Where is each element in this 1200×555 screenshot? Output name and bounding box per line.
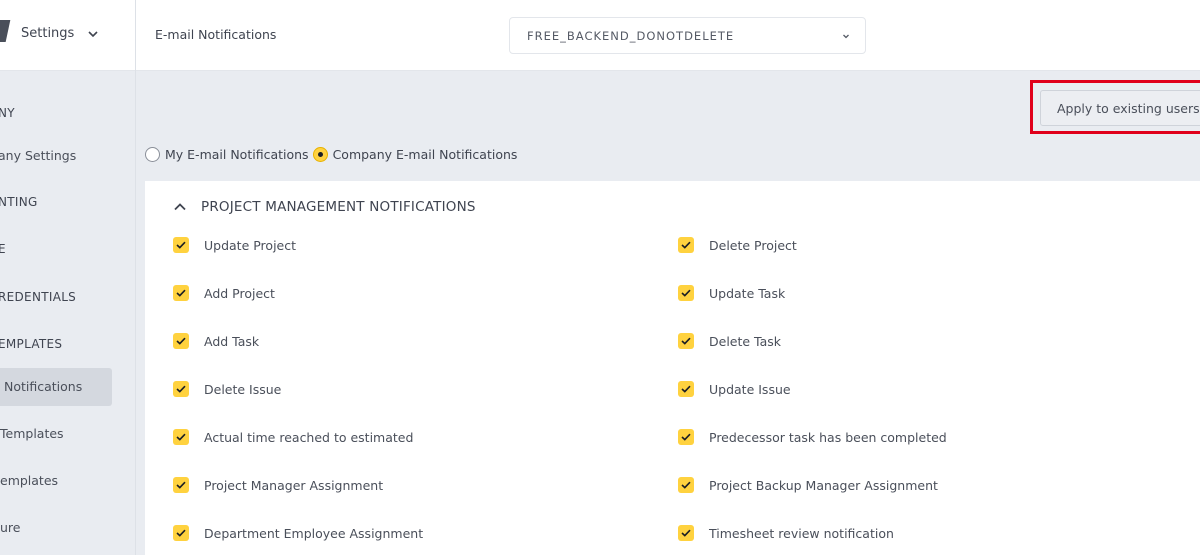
left-checkbox-item[interactable]: Actual time reached to estimated <box>173 429 413 445</box>
chevron-down-icon[interactable] <box>841 31 851 41</box>
chevron-up-icon[interactable] <box>173 200 187 214</box>
sidebar-header[interactable]: Settings <box>0 0 135 71</box>
checkbox-label[interactable]: Timesheet review notification <box>709 526 894 541</box>
radio-my-notifications[interactable] <box>145 147 160 162</box>
checkbox-checked-icon[interactable] <box>678 333 694 349</box>
sidebar-item-company-settings[interactable]: any Settings <box>0 148 76 163</box>
sidebar-section-company: NY <box>0 106 15 120</box>
logo-icon <box>0 20 11 42</box>
checkbox-label[interactable]: Predecessor task has been completed <box>709 430 947 445</box>
sidebar-section-templates: EMPLATES <box>0 337 63 351</box>
checkbox-checked-icon[interactable] <box>678 477 694 493</box>
checkbox-label[interactable]: Actual time reached to estimated <box>204 430 413 445</box>
panel-title[interactable]: PROJECT MANAGEMENT NOTIFICATIONS <box>201 199 476 215</box>
sidebar-item-templates[interactable]: Templates <box>0 426 64 441</box>
right-checkbox-item[interactable]: Timesheet review notification <box>678 525 894 541</box>
checkbox-label[interactable]: Project Manager Assignment <box>204 478 383 493</box>
notification-scope-radios: My E-mail Notifications Company E-mail N… <box>145 147 521 162</box>
chevron-down-icon[interactable] <box>86 27 100 41</box>
left-checkbox-item[interactable]: Department Employee Assignment <box>173 525 423 541</box>
company-select-value[interactable]: FREE_BACKEND_DONOTDELETE <box>527 29 734 43</box>
checkbox-label[interactable]: Project Backup Manager Assignment <box>709 478 938 493</box>
checkbox-checked-icon[interactable] <box>173 477 189 493</box>
checkbox-checked-icon[interactable] <box>173 333 189 349</box>
left-checkbox-item[interactable]: Add Project <box>173 285 275 301</box>
checkbox-label[interactable]: Update Project <box>204 238 296 253</box>
checkbox-label[interactable]: Update Issue <box>709 382 791 397</box>
right-checkbox-item[interactable]: Delete Task <box>678 333 781 349</box>
page-title: E-mail Notifications <box>155 27 277 42</box>
right-checkbox-item[interactable]: Delete Project <box>678 237 797 253</box>
left-checkbox-item[interactable]: Delete Issue <box>173 381 281 397</box>
radio-my-notifications-label[interactable]: My E-mail Notifications <box>165 147 309 162</box>
checkbox-label[interactable]: Update Task <box>709 286 785 301</box>
sidebar-section-e[interactable]: E <box>0 242 6 256</box>
radio-company-notifications[interactable] <box>312 147 328 162</box>
checkbox-checked-icon[interactable] <box>678 381 694 397</box>
right-checkbox-item[interactable]: Predecessor task has been completed <box>678 429 947 445</box>
checkbox-checked-icon[interactable] <box>173 237 189 253</box>
sidebar-item-templates-2[interactable]: emplates <box>0 473 58 488</box>
checkbox-checked-icon[interactable] <box>678 237 694 253</box>
apply-to-existing-users-button[interactable]: Apply to existing users <box>1040 90 1200 126</box>
checkbox-checked-icon[interactable] <box>678 429 694 445</box>
checkbox-label[interactable]: Add Project <box>204 286 275 301</box>
checkbox-label[interactable]: Delete Issue <box>204 382 281 397</box>
checkbox-checked-icon[interactable] <box>173 285 189 301</box>
checkbox-checked-icon[interactable] <box>173 525 189 541</box>
notifications-panel: PROJECT MANAGEMENT NOTIFICATIONS Update … <box>145 181 1200 555</box>
checkbox-label[interactable]: Department Employee Assignment <box>204 526 423 541</box>
checkbox-checked-icon[interactable] <box>678 525 694 541</box>
settings-title[interactable]: Settings <box>21 26 74 41</box>
checkbox-label[interactable]: Add Task <box>204 334 259 349</box>
sidebar-section-credentials[interactable]: REDENTIALS <box>0 290 76 304</box>
left-checkbox-item[interactable]: Update Project <box>173 237 296 253</box>
sidebar: Settings NY any Settings NTING E REDENTI… <box>0 0 136 555</box>
topbar: E-mail Notifications FREE_BACKEND_DONOTD… <box>136 0 1200 71</box>
checkbox-label[interactable]: Delete Task <box>709 334 781 349</box>
checkbox-checked-icon[interactable] <box>173 429 189 445</box>
left-checkbox-item[interactable]: Project Manager Assignment <box>173 477 383 493</box>
left-checkbox-item[interactable]: Add Task <box>173 333 259 349</box>
radio-company-notifications-label[interactable]: Company E-mail Notifications <box>333 147 518 162</box>
company-select[interactable]: FREE_BACKEND_DONOTDELETE <box>509 17 866 54</box>
right-checkbox-item[interactable]: Update Task <box>678 285 785 301</box>
sidebar-item-notifications[interactable]: Notifications <box>4 379 82 394</box>
sidebar-item-signature[interactable]: ure <box>0 520 20 535</box>
checkbox-checked-icon[interactable] <box>173 381 189 397</box>
checkbox-label[interactable]: Delete Project <box>709 238 797 253</box>
right-checkbox-item[interactable]: Update Issue <box>678 381 791 397</box>
checkbox-checked-icon[interactable] <box>678 285 694 301</box>
sidebar-section-accounting[interactable]: NTING <box>0 195 38 209</box>
right-checkbox-item[interactable]: Project Backup Manager Assignment <box>678 477 938 493</box>
